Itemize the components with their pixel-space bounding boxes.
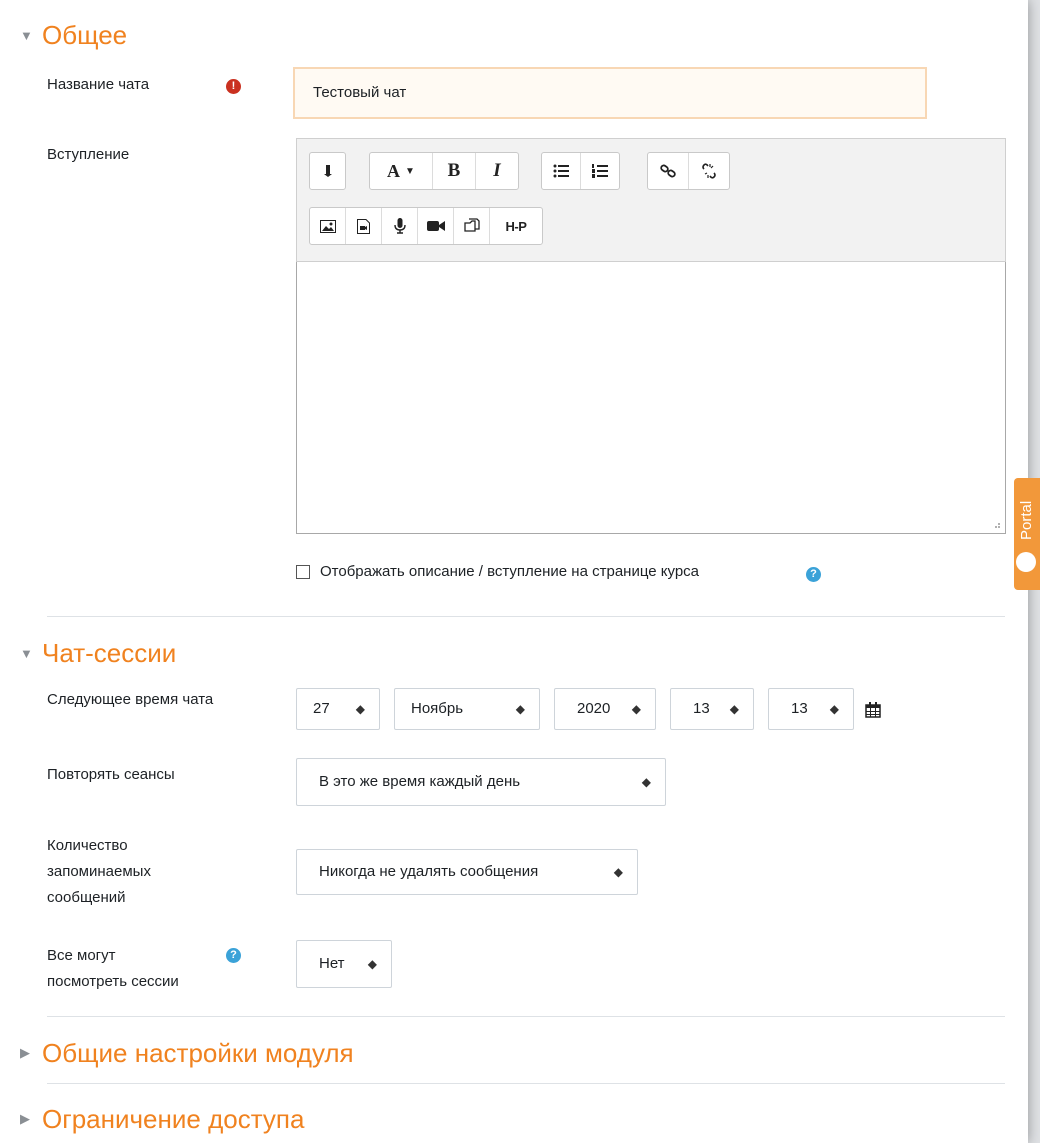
year-value: 2020 bbox=[577, 700, 611, 717]
manage-files-icon[interactable] bbox=[454, 208, 490, 244]
section-sessions-header[interactable]: ▼ Чат-сессии bbox=[20, 638, 176, 668]
hour-value: 13 bbox=[693, 700, 710, 717]
font-size-icon[interactable]: A ▼ bbox=[370, 153, 433, 189]
record-video-icon[interactable] bbox=[418, 208, 454, 244]
intro-label: Вступление bbox=[47, 146, 130, 163]
month-value: Ноябрь bbox=[411, 700, 464, 717]
italic-icon[interactable]: I bbox=[476, 153, 518, 189]
font-glyph: A bbox=[387, 160, 401, 181]
keep-messages-label-1: Количество bbox=[47, 837, 128, 854]
section-general-title: Общее bbox=[42, 20, 128, 50]
section-general-header[interactable]: ▼ Общее bbox=[20, 20, 127, 50]
h5p-icon[interactable]: H-P bbox=[490, 208, 542, 244]
section-module-settings-title: Общие настройки модуля bbox=[42, 1038, 354, 1068]
image-icon[interactable] bbox=[310, 208, 346, 244]
toolbar-group-format: A ▼ B I bbox=[369, 152, 519, 190]
form-page: ▼ Общее Название чата ! Тестовый чат Вст… bbox=[0, 0, 1028, 1143]
media-icon[interactable] bbox=[346, 208, 382, 244]
year-select[interactable]: 2020 ◆ bbox=[554, 688, 656, 730]
keep-messages-label-3: сообщений bbox=[47, 889, 126, 906]
section-module-settings-header[interactable]: ▶ Общие настройки модуля bbox=[20, 1038, 354, 1068]
keep-messages-select[interactable]: Никогда не удалять сообщения ◆ bbox=[296, 849, 638, 895]
section-divider bbox=[47, 616, 1005, 617]
everyone-sees-value: Нет bbox=[319, 955, 345, 972]
minute-select[interactable]: 13 ◆ bbox=[768, 688, 854, 730]
repeat-select[interactable]: В это же время каждый день ◆ bbox=[296, 758, 666, 806]
help-icon[interactable]: ? bbox=[226, 948, 241, 963]
select-arrows-icon: ◆ bbox=[631, 702, 641, 716]
select-arrows-icon: ◆ bbox=[613, 865, 623, 879]
portal-side-tab[interactable]: Portal bbox=[1014, 478, 1040, 590]
collapse-down-icon: ▼ bbox=[20, 27, 33, 43]
numbered-list-icon[interactable] bbox=[581, 153, 619, 189]
chat-name-input[interactable]: Тестовый чат bbox=[293, 67, 927, 119]
record-audio-icon[interactable] bbox=[382, 208, 418, 244]
section-sessions-title: Чат-сессии bbox=[42, 638, 177, 668]
expand-toolbar-icon[interactable] bbox=[310, 153, 345, 189]
select-arrows-icon: ◆ bbox=[641, 775, 651, 789]
select-arrows-icon: ◆ bbox=[355, 702, 365, 716]
editor-toolbar: A ▼ B I H-P bbox=[296, 138, 1006, 262]
select-arrows-icon: ◆ bbox=[367, 957, 377, 971]
portal-logo-icon bbox=[1016, 552, 1036, 572]
select-arrows-icon: ◆ bbox=[729, 702, 739, 716]
bold-icon[interactable]: B bbox=[433, 153, 476, 189]
minute-value: 13 bbox=[791, 700, 808, 717]
keep-messages-label-2: запоминаемых bbox=[47, 863, 151, 880]
bullet-list-icon[interactable] bbox=[542, 153, 581, 189]
toolbar-group-expand bbox=[309, 152, 346, 190]
intro-editor-area[interactable] bbox=[296, 262, 1006, 534]
keep-messages-value: Никогда не удалять сообщения bbox=[319, 863, 539, 880]
section-access-title: Ограничение доступа bbox=[42, 1104, 305, 1134]
show-description-label: Отображать описание / вступление на стра… bbox=[320, 563, 699, 580]
resize-handle-icon[interactable] bbox=[991, 519, 1001, 529]
link-icon[interactable] bbox=[648, 153, 689, 189]
expand-right-icon: ▶ bbox=[20, 1111, 30, 1126]
collapse-down-icon: ▼ bbox=[20, 645, 33, 661]
select-arrows-icon: ◆ bbox=[829, 702, 839, 716]
calendar-icon[interactable] bbox=[865, 702, 881, 718]
everyone-sees-select[interactable]: Нет ◆ bbox=[296, 940, 392, 988]
toolbar-group-media: H-P bbox=[309, 207, 543, 245]
select-arrows-icon: ◆ bbox=[515, 702, 525, 716]
section-divider bbox=[47, 1016, 1005, 1017]
section-access-header[interactable]: ▶ Ограничение доступа bbox=[20, 1104, 304, 1134]
toolbar-group-links bbox=[647, 152, 730, 190]
everyone-sees-label-2: посмотреть сессии bbox=[47, 973, 179, 990]
italic-glyph: I bbox=[493, 160, 501, 181]
section-divider bbox=[47, 1083, 1005, 1084]
required-icon: ! bbox=[226, 79, 241, 94]
hour-select[interactable]: 13 ◆ bbox=[670, 688, 754, 730]
chat-name-label: Название чата bbox=[47, 76, 150, 93]
day-select[interactable]: 27 ◆ bbox=[296, 688, 380, 730]
day-value: 27 bbox=[313, 700, 330, 717]
next-chat-label: Следующее время чата bbox=[47, 691, 214, 708]
expand-right-icon: ▶ bbox=[20, 1045, 30, 1060]
show-description-checkbox[interactable] bbox=[296, 565, 310, 579]
unlink-icon[interactable] bbox=[689, 153, 729, 189]
repeat-label: Повторять сеансы bbox=[47, 766, 175, 783]
portal-tab-label: Portal bbox=[1018, 500, 1035, 540]
help-icon[interactable]: ? bbox=[806, 567, 821, 582]
bold-glyph: B bbox=[447, 160, 461, 181]
month-select[interactable]: Ноябрь ◆ bbox=[394, 688, 540, 730]
toolbar-group-lists bbox=[541, 152, 620, 190]
everyone-sees-label-1: Все могут bbox=[47, 947, 116, 964]
repeat-value: В это же время каждый день bbox=[319, 773, 521, 790]
h5p-glyph: H-P bbox=[505, 218, 527, 234]
